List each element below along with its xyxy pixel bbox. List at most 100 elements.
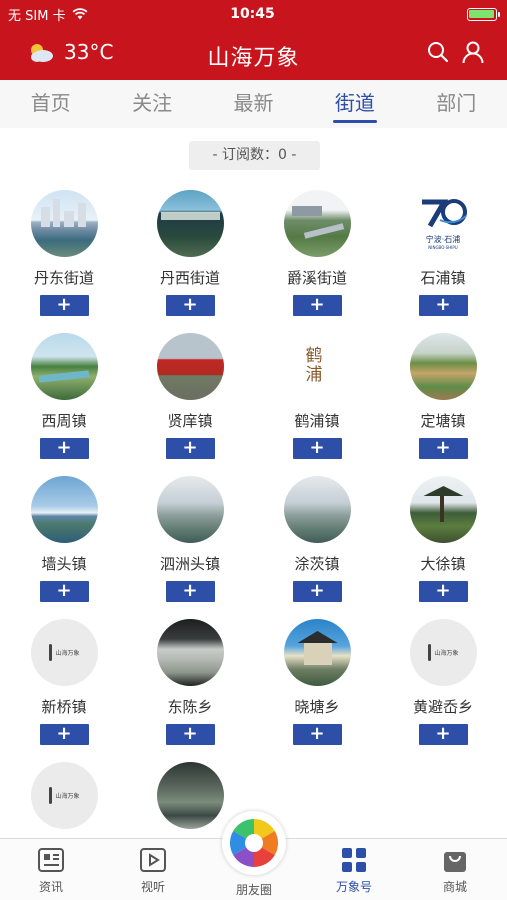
channel-card[interactable]: 山海万象 黄避岙乡 + xyxy=(380,619,506,759)
channel-name: 大徐镇 xyxy=(420,555,466,573)
channel-thumbnail xyxy=(409,476,477,543)
channel-name: 墙头镇 xyxy=(41,555,87,573)
header-actions xyxy=(427,40,485,64)
channel-card[interactable]: 贤庠镇 + xyxy=(127,333,253,473)
channel-card[interactable]: 山海万象 新桥镇 + xyxy=(1,619,127,759)
channel-name: 涂茨镇 xyxy=(294,555,340,573)
channel-name: 黄避岙乡 xyxy=(412,698,473,716)
channel-thumbnail: 山海万象 xyxy=(409,619,477,686)
channel-thumbnail xyxy=(156,190,224,257)
channel-card[interactable]: 丹东街道 + xyxy=(1,190,127,330)
subscribe-button[interactable]: + xyxy=(418,295,468,316)
channel-card[interactable]: 东陈乡 + xyxy=(127,619,253,759)
subscribe-button[interactable]: + xyxy=(165,581,215,602)
channel-card[interactable]: 鹤浦 鹤浦镇 + xyxy=(254,333,380,473)
channel-thumbnail xyxy=(283,619,351,686)
video-icon xyxy=(140,848,166,872)
hepu-calligraphy: 鹤浦 xyxy=(305,346,323,385)
placeholder-logo-text: 山海万象 xyxy=(434,650,459,657)
channel-card[interactable]: 宁波·石浦 NINGBO·SHIPU 石浦镇 + xyxy=(380,190,506,330)
placeholder-logo: 山海万象 xyxy=(427,643,459,662)
subscribe-button[interactable]: + xyxy=(39,581,89,602)
channel-thumbnail xyxy=(283,476,351,543)
placeholder-logo-text: 山海万象 xyxy=(55,650,80,657)
subscribe-button[interactable]: + xyxy=(418,581,468,602)
shipu-logo-subtext: NINGBO·SHIPU xyxy=(428,245,458,250)
channel-name: 贤庠镇 xyxy=(167,412,213,430)
channel-card[interactable]: 丹西街道 + xyxy=(127,190,253,330)
subscribe-button[interactable]: + xyxy=(418,438,468,459)
channel-card[interactable]: 爵溪街道 + xyxy=(254,190,380,330)
nav-friends-label: 朋友圈 xyxy=(235,883,272,897)
status-time: 10:45 xyxy=(230,6,275,22)
placeholder-logo: 山海万象 xyxy=(48,643,80,662)
search-icon[interactable] xyxy=(427,41,449,63)
tab-latest[interactable]: 最新 xyxy=(227,80,279,128)
user-icon[interactable] xyxy=(461,40,485,64)
channel-card[interactable]: 墙头镇 + xyxy=(1,476,127,616)
channel-thumbnail: 鹤浦 xyxy=(283,333,351,400)
subscribe-button[interactable]: + xyxy=(165,724,215,745)
channel-thumbnail xyxy=(156,333,224,400)
subscribe-button[interactable]: + xyxy=(292,724,342,745)
channel-name: 定塘镇 xyxy=(420,412,466,430)
news-icon xyxy=(38,848,64,872)
status-right xyxy=(347,7,500,21)
subscribe-button[interactable]: + xyxy=(292,438,342,459)
tab-home[interactable]: 首页 xyxy=(25,80,77,128)
channel-name: 石浦镇 xyxy=(420,269,466,287)
top-bar: 无 SIM 卡 10:45 33°C 山海万象 xyxy=(0,0,507,80)
channel-thumbnail xyxy=(30,333,98,400)
channel-name: 鹤浦镇 xyxy=(294,412,340,430)
tab-follow[interactable]: 关注 xyxy=(126,80,178,128)
nav-news[interactable]: 资讯 xyxy=(11,847,91,895)
channel-card[interactable]: 涂茨镇 + xyxy=(254,476,380,616)
channel-name: 晓塘乡 xyxy=(294,698,340,716)
nav-wanxiang[interactable]: 万象号 xyxy=(314,847,394,895)
nav-shop[interactable]: 商城 xyxy=(415,847,495,895)
nav-label: 视听 xyxy=(140,880,165,894)
app-header: 33°C 山海万象 xyxy=(0,28,507,80)
channel-thumbnail: 山海万象 xyxy=(30,762,98,829)
channel-name: 丹西街道 xyxy=(159,269,220,287)
channel-thumbnail: 宁波·石浦 NINGBO·SHIPU xyxy=(409,190,477,257)
subscribe-button[interactable]: + xyxy=(292,581,342,602)
subscribe-button[interactable]: + xyxy=(39,438,89,459)
placeholder-logo: 山海万象 xyxy=(48,786,80,805)
channel-card[interactable]: 泗洲头镇 + xyxy=(127,476,253,616)
channel-name: 新桥镇 xyxy=(41,698,87,716)
subscribe-button[interactable]: + xyxy=(165,295,215,316)
channel-thumbnail xyxy=(409,333,477,400)
channel-thumbnail xyxy=(156,619,224,686)
grid-icon xyxy=(342,848,366,872)
channel-thumbnail xyxy=(156,476,224,543)
battery-icon xyxy=(466,7,500,21)
shipu-logo-text: 宁波·石浦 xyxy=(425,235,461,244)
aperture-icon xyxy=(229,819,279,867)
channel-card[interactable]: 西周镇 + xyxy=(1,333,127,473)
status-bar: 无 SIM 卡 10:45 xyxy=(0,0,507,28)
channel-card[interactable]: 晓塘乡 + xyxy=(254,619,380,759)
channel-name: 丹东街道 xyxy=(33,269,94,287)
subscribe-button[interactable]: + xyxy=(292,295,342,316)
channel-card[interactable]: 大徐镇 + xyxy=(380,476,506,616)
nav-label: 万象号 xyxy=(335,880,372,894)
tab-streets[interactable]: 街道 xyxy=(329,80,381,128)
channel-name: 东陈乡 xyxy=(167,698,213,716)
subscribe-button[interactable]: + xyxy=(418,724,468,745)
nav-video[interactable]: 视听 xyxy=(113,847,193,895)
subscription-count: - 订阅数：0 - xyxy=(189,141,320,170)
tab-departments[interactable]: 部门 xyxy=(430,80,482,128)
subscribe-button[interactable]: + xyxy=(39,724,89,745)
channel-name: 西周镇 xyxy=(41,412,87,430)
nav-label: 资讯 xyxy=(38,880,63,894)
channel-card[interactable]: 定塘镇 + xyxy=(380,333,506,473)
channel-thumbnail xyxy=(30,476,98,543)
subscribe-button[interactable]: + xyxy=(165,438,215,459)
nav-friends-button[interactable] xyxy=(222,811,286,875)
placeholder-logo-text: 山海万象 xyxy=(55,793,80,800)
channel-thumbnail xyxy=(156,762,224,829)
channel-thumbnail: 山海万象 xyxy=(30,619,98,686)
subscribe-button[interactable]: + xyxy=(39,295,89,316)
carrier-label: 无 SIM 卡 xyxy=(8,8,66,24)
